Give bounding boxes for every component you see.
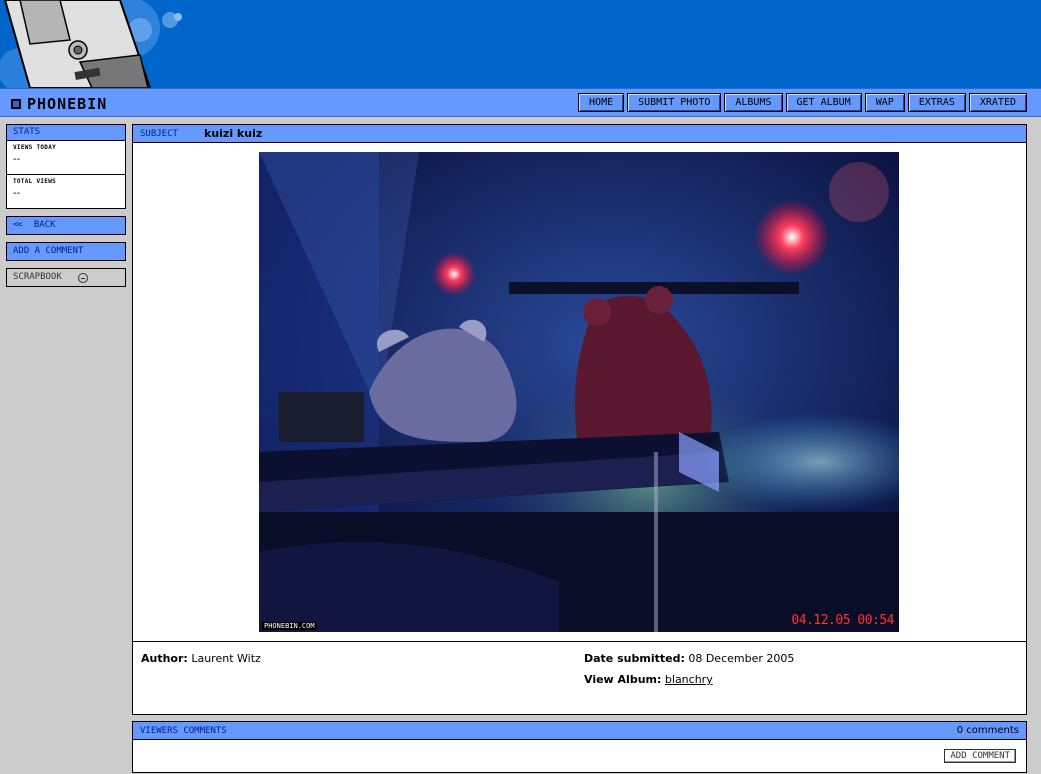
views-today-box: VIEWS TODAY -- [6, 141, 126, 175]
logo-text: PHONEBIN [27, 95, 108, 113]
album-link[interactable]: blanchry [665, 673, 713, 686]
add-a-comment-label: ADD A COMMENT [13, 246, 84, 256]
nav-xrated-button[interactable]: XRATED [968, 93, 1027, 112]
photo-meta: Author: Laurent Witz Date submitted: 08 … [133, 641, 1026, 714]
nav-home-button[interactable]: HOME [578, 93, 625, 112]
add-a-comment-button[interactable]: ADD A COMMENT [6, 242, 126, 261]
header-banner [0, 0, 1041, 88]
photo-credit-watermark: PHONEBIN.COM [262, 622, 317, 630]
views-today-label: VIEWS TODAY [13, 144, 57, 151]
scrapbook-button[interactable]: SCRAPBOOK [6, 268, 126, 287]
author-label: Author: [141, 652, 188, 665]
main-nav: HOME SUBMIT PHOTO ALBUMS GET ALBUM WAP E… [578, 93, 1027, 112]
author-row: Author: Laurent Witz [141, 652, 261, 665]
total-views-label: TOTAL VIEWS [13, 178, 57, 185]
photo-image [259, 152, 899, 632]
nav-albums-button[interactable]: ALBUMS [724, 93, 783, 112]
back-arrow-icon: << [13, 220, 23, 230]
nav-wap-button[interactable]: WAP [864, 93, 905, 112]
subject-bar: SUBJECT kuizi kuiz [133, 125, 1026, 143]
nav-extras-button[interactable]: EXTRAS [907, 93, 966, 112]
comments-count: 0 comments [956, 725, 1019, 736]
logo[interactable]: PHONEBIN [11, 95, 107, 113]
stats-title: STATS [6, 124, 126, 141]
views-today-value: -- [13, 154, 21, 165]
comments-title: VIEWERS COMMENTS [140, 725, 227, 736]
scrapbook-label: SCRAPBOOK [13, 272, 62, 282]
nav-submit-photo-button[interactable]: SUBMIT PHOTO [627, 93, 722, 112]
photo-timestamp: 04.12.05 00:54 [791, 613, 894, 628]
album-label: View Album: [584, 673, 662, 686]
sidebar: STATS VIEWS TODAY -- TOTAL VIEWS -- << B… [6, 124, 126, 287]
logo-square-icon [11, 99, 21, 109]
total-views-value: -- [13, 188, 21, 199]
subject-label: SUBJECT [140, 128, 178, 139]
comments-panel: VIEWERS COMMENTS 0 comments ADD COMMENT [132, 721, 1027, 773]
date-label: Date submitted: [584, 652, 685, 665]
navbar: PHONEBIN HOME SUBMIT PHOTO ALBUMS GET AL… [0, 88, 1041, 117]
photo-panel: SUBJECT kuizi kuiz PHONEBIN.COM 04.12.05… [132, 124, 1027, 715]
concert-photo[interactable]: PHONEBIN.COM 04.12.05 00:54 [259, 152, 899, 632]
comments-bar: VIEWERS COMMENTS 0 comments [133, 722, 1026, 740]
author-value: Laurent Witz [191, 652, 261, 665]
add-comment-button[interactable]: ADD COMMENT [944, 749, 1016, 763]
subject-title: kuizi kuiz [204, 127, 263, 140]
back-label: BACK [33, 220, 56, 230]
album-row: View Album: blanchry [584, 673, 713, 686]
phone-illustration [0, 0, 182, 88]
date-value: 08 December 2005 [688, 652, 795, 665]
back-button[interactable]: << BACK [6, 216, 126, 235]
total-views-box: TOTAL VIEWS -- [6, 175, 126, 209]
minus-circle-icon [77, 272, 88, 283]
date-row: Date submitted: 08 December 2005 [584, 652, 794, 665]
nav-get-album-button[interactable]: GET ALBUM [785, 93, 862, 112]
